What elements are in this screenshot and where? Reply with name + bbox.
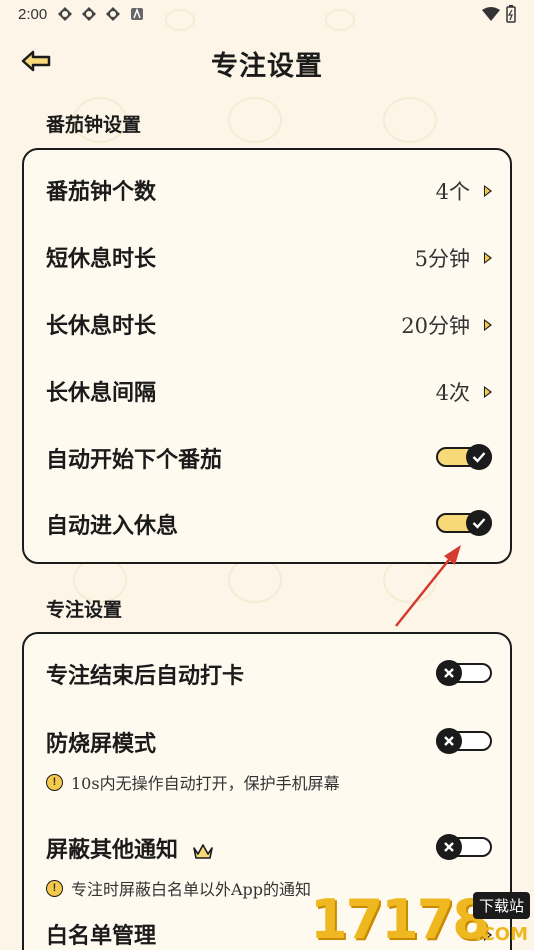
burn-in-hint: ! 10s内无操作自动打开，保护手机屏幕 [46,770,340,794]
burn-in-protection-row: 防烧屏模式 [24,718,510,768]
auto-checkin-toggle[interactable] [436,660,492,686]
hint-text: 10s内无操作自动打开，保护手机屏幕 [71,774,340,793]
block-notifications-row: 屏蔽其他通知 [24,824,510,874]
hint-text: 专注时屏蔽白名单以外App的通知 [71,880,312,899]
row-label-text: 屏蔽其他通知 [46,837,179,863]
block-notifications-toggle[interactable] [436,834,492,860]
close-icon [436,728,462,754]
row-label: 屏蔽其他通知 [46,832,214,864]
row-label: 防烧屏模式 [46,731,157,757]
watermark-number: 17178 [310,888,490,950]
close-icon [436,660,462,686]
warning-icon: ! [46,879,63,897]
row-label: 白名单管理 [46,923,157,949]
warning-icon: ! [46,773,63,791]
crown-icon [192,844,213,859]
row-label: 专注结束后自动打卡 [46,663,245,689]
watermark-badge: 下载站 [472,892,530,919]
block-notifications-hint: ! 专注时屏蔽白名单以外App的通知 [46,876,311,900]
watermark-logo: 17178 下载站 .COM [310,888,534,950]
burn-in-protection-toggle[interactable] [436,728,492,754]
focus-section-title: 专注设置 [46,599,123,621]
close-icon [436,834,462,860]
watermark-suffix: .COM [474,924,528,945]
auto-checkin-row: 专注结束后自动打卡 [24,650,510,700]
